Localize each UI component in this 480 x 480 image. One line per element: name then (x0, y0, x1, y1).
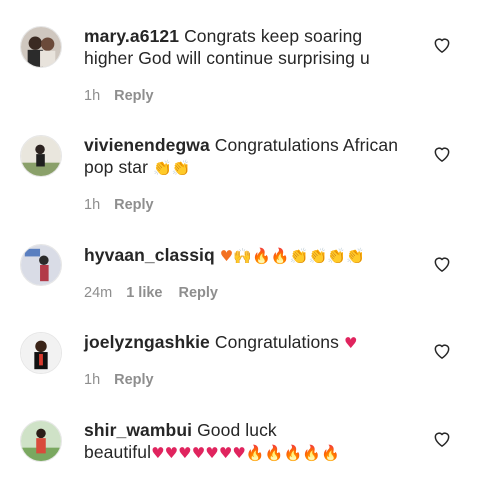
username[interactable]: joelyzngashkie (84, 332, 210, 352)
avatar[interactable] (20, 244, 62, 286)
reply-button[interactable]: Reply (114, 197, 154, 213)
username[interactable]: vivienendegwa (84, 135, 210, 155)
avatar[interactable] (20, 26, 62, 68)
heart-outline-icon[interactable] (432, 35, 452, 55)
timestamp: 24m (84, 285, 113, 301)
username[interactable]: shir_wambui (84, 420, 192, 440)
timestamp: 1h (84, 197, 101, 213)
comment-body: Congratulations (214, 332, 339, 352)
reply-button[interactable]: Reply (114, 372, 154, 388)
avatar[interactable] (20, 332, 62, 374)
heart-outline-icon[interactable] (432, 429, 452, 449)
avatar[interactable] (20, 135, 62, 177)
comment-text: joelyzngashkie Congratulations ♥ (84, 331, 414, 354)
emoji: ♥ (343, 334, 358, 352)
timestamp: 1h (84, 372, 101, 388)
reply-button[interactable]: Reply (179, 285, 219, 301)
heart-outline-icon[interactable] (432, 144, 452, 164)
username[interactable]: hyvaan_classiq (84, 245, 215, 265)
heart-outline-icon[interactable] (432, 254, 452, 274)
heart-outline-icon[interactable] (432, 341, 452, 361)
like-count[interactable]: 1 like (126, 285, 162, 301)
username[interactable]: mary.a6121 (84, 26, 179, 46)
comment-text: hyvaan_classiq ♥🙌🔥🔥👏👏👏👏 (84, 244, 414, 267)
avatar[interactable] (20, 420, 62, 462)
timestamp: 1h (84, 88, 101, 104)
emoji: ♥♥♥♥♥♥♥🔥🔥🔥🔥🔥 (151, 444, 340, 462)
emoji: ♥🙌🔥🔥👏👏👏👏 (219, 247, 365, 265)
comment-text: shir_wambui Good luck beautiful♥♥♥♥♥♥♥🔥🔥🔥… (84, 419, 414, 464)
emoji: 👏👏 (153, 159, 191, 177)
comment-text: mary.a6121 Congrats keep soaring higher G… (84, 25, 414, 69)
comment-text: vivienendegwa Congratulations African pop… (84, 134, 414, 179)
reply-button[interactable]: Reply (114, 88, 154, 104)
